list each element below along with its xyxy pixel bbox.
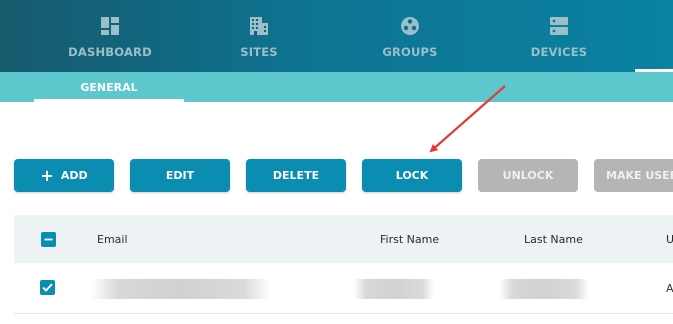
- minus-icon: [44, 238, 53, 241]
- tab-active-underline: [34, 99, 184, 102]
- unlock-button[interactable]: UNLOCK: [478, 159, 578, 192]
- make-user-button[interactable]: MAKE USER L: [594, 159, 673, 192]
- plus-icon: +: [40, 165, 54, 185]
- delete-button[interactable]: DELETE: [246, 159, 346, 192]
- tab-general-label: GENERAL: [80, 81, 138, 94]
- nav-item-groups[interactable]: GROUPS: [340, 0, 480, 72]
- table-row[interactable]: A: [14, 263, 673, 314]
- edit-button[interactable]: EDIT: [130, 159, 230, 192]
- groups-icon: [401, 17, 419, 35]
- redacted-first-name: [354, 279, 434, 299]
- redacted-email: [91, 279, 271, 299]
- nav-label-devices: DEVICES: [530, 45, 588, 59]
- tab-general[interactable]: GENERAL: [34, 72, 184, 102]
- unlock-button-label: UNLOCK: [502, 169, 554, 182]
- dashboard-icon: [101, 17, 119, 35]
- top-navigation: DASHBOARD SITES GROUPS DEVICES: [0, 0, 673, 72]
- row-cell-u: A: [666, 282, 673, 295]
- nav-item-dashboard[interactable]: DASHBOARD: [40, 0, 180, 72]
- lock-button-label: LOCK: [395, 169, 429, 182]
- nav-label-groups: GROUPS: [382, 45, 438, 59]
- sub-navigation: GENERAL: [0, 72, 673, 102]
- devices-icon: [550, 17, 568, 35]
- select-all-checkbox[interactable]: [41, 232, 56, 247]
- delete-button-label: DELETE: [272, 169, 320, 182]
- redacted-last-name: [499, 279, 589, 299]
- column-header-u[interactable]: U: [666, 215, 673, 265]
- lock-button[interactable]: LOCK: [362, 159, 462, 192]
- nav-label-dashboard: DASHBOARD: [68, 45, 152, 59]
- make-user-button-label: MAKE USER L: [606, 169, 673, 182]
- building-icon: [250, 17, 268, 35]
- add-button[interactable]: + ADD: [14, 159, 114, 192]
- checkmark-icon: [42, 283, 53, 292]
- nav-item-devices[interactable]: DEVICES: [489, 0, 629, 72]
- column-header-email[interactable]: Email: [97, 215, 128, 265]
- add-button-label: ADD: [60, 169, 88, 182]
- row-checkbox[interactable]: [40, 280, 55, 295]
- column-header-last-name[interactable]: Last Name: [524, 215, 583, 265]
- edit-button-label: EDIT: [165, 169, 195, 182]
- column-header-first-name[interactable]: First Name: [380, 215, 439, 265]
- nav-label-sites: SITES: [240, 45, 278, 59]
- nav-item-sites[interactable]: SITES: [189, 0, 329, 72]
- table-header: Email First Name Last Name U: [14, 215, 673, 263]
